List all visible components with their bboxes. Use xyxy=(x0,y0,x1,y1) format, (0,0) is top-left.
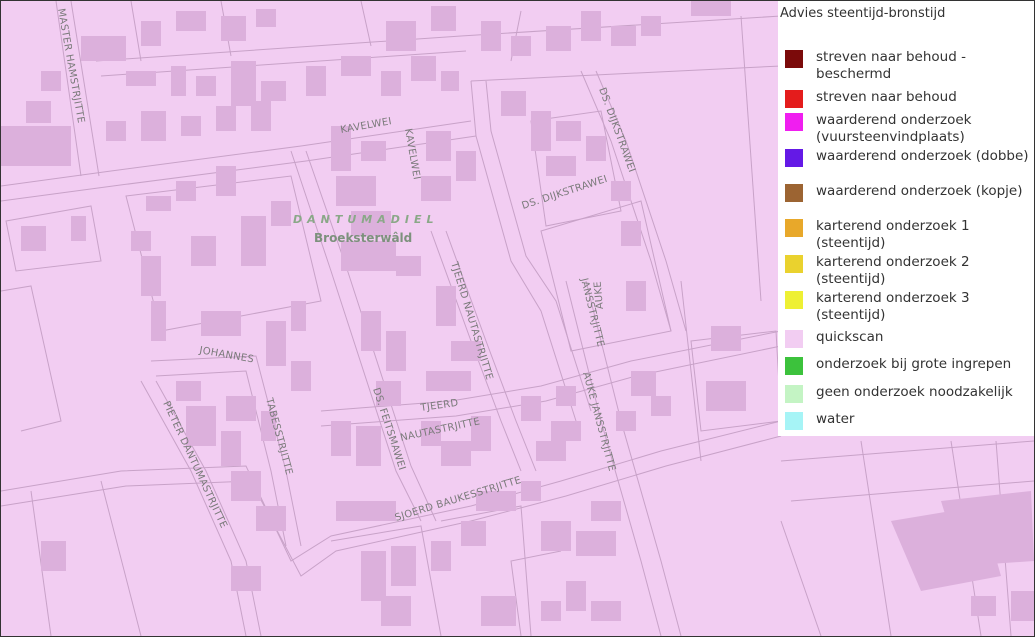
legend-item: streven naar behoud - beschermd xyxy=(785,49,1034,83)
legend-item: karterend onderzoek 3 (steentijd) xyxy=(785,290,1034,324)
legend-label: streven naar behoud - beschermd xyxy=(816,49,966,82)
legend-swatch xyxy=(785,255,803,273)
legend-label: karterend onderzoek 2 (steentijd) xyxy=(816,254,970,287)
legend-label: karterend onderzoek 3 (steentijd) xyxy=(816,290,970,323)
legend-label: karterend onderzoek 1 (steentijd) xyxy=(816,218,970,251)
legend-item: geen onderzoek noodzakelijk xyxy=(785,384,1034,403)
legend-item: waarderend onderzoek (kopje) xyxy=(785,183,1034,202)
legend-label: water xyxy=(816,411,855,427)
legend-swatch xyxy=(785,357,803,375)
legend-item: karterend onderzoek 2 (steentijd) xyxy=(785,254,1034,288)
legend-swatch xyxy=(785,412,803,430)
legend-label: geen onderzoek noodzakelijk xyxy=(816,384,1013,400)
legend-swatch xyxy=(785,113,803,131)
legend-swatch xyxy=(785,184,803,202)
legend-item: waarderend onderzoek (vuursteenvindplaat… xyxy=(785,112,1034,146)
map-viewer[interactable]: MASTER HAMSTRJITTE KAVELWEI KAVELWEI DS.… xyxy=(0,0,1035,637)
legend-item: waarderend onderzoek (dobbe) xyxy=(785,148,1034,167)
legend-label: waarderend onderzoek (kopje) xyxy=(816,183,1023,199)
legend-label: waarderend onderzoek (dobbe) xyxy=(816,148,1029,164)
legend-label: waarderend onderzoek (vuursteenvindplaat… xyxy=(816,112,972,145)
legend-item: streven naar behoud xyxy=(785,89,1034,108)
map-legend: Advies steentijd-bronstijd streven naar … xyxy=(778,1,1034,436)
legend-swatch xyxy=(785,385,803,403)
legend-swatch xyxy=(785,330,803,348)
legend-item: water xyxy=(785,411,1034,430)
legend-item: karterend onderzoek 1 (steentijd) xyxy=(785,218,1034,252)
legend-swatch xyxy=(785,291,803,309)
locality-label: Broeksterwâld xyxy=(314,231,412,245)
legend-label: streven naar behoud xyxy=(816,89,957,105)
legend-item: onderzoek bij grote ingrepen xyxy=(785,356,1034,375)
legend-swatch xyxy=(785,50,803,68)
municipality-label: DANTUMADIEL xyxy=(293,213,439,226)
legend-label: onderzoek bij grote ingrepen xyxy=(816,356,1012,372)
legend-item: quickscan xyxy=(785,329,1034,348)
legend-label: quickscan xyxy=(816,329,884,345)
legend-title: Advies steentijd-bronstijd xyxy=(780,6,946,21)
legend-swatch xyxy=(785,90,803,108)
legend-swatch xyxy=(785,149,803,167)
legend-swatch xyxy=(785,219,803,237)
